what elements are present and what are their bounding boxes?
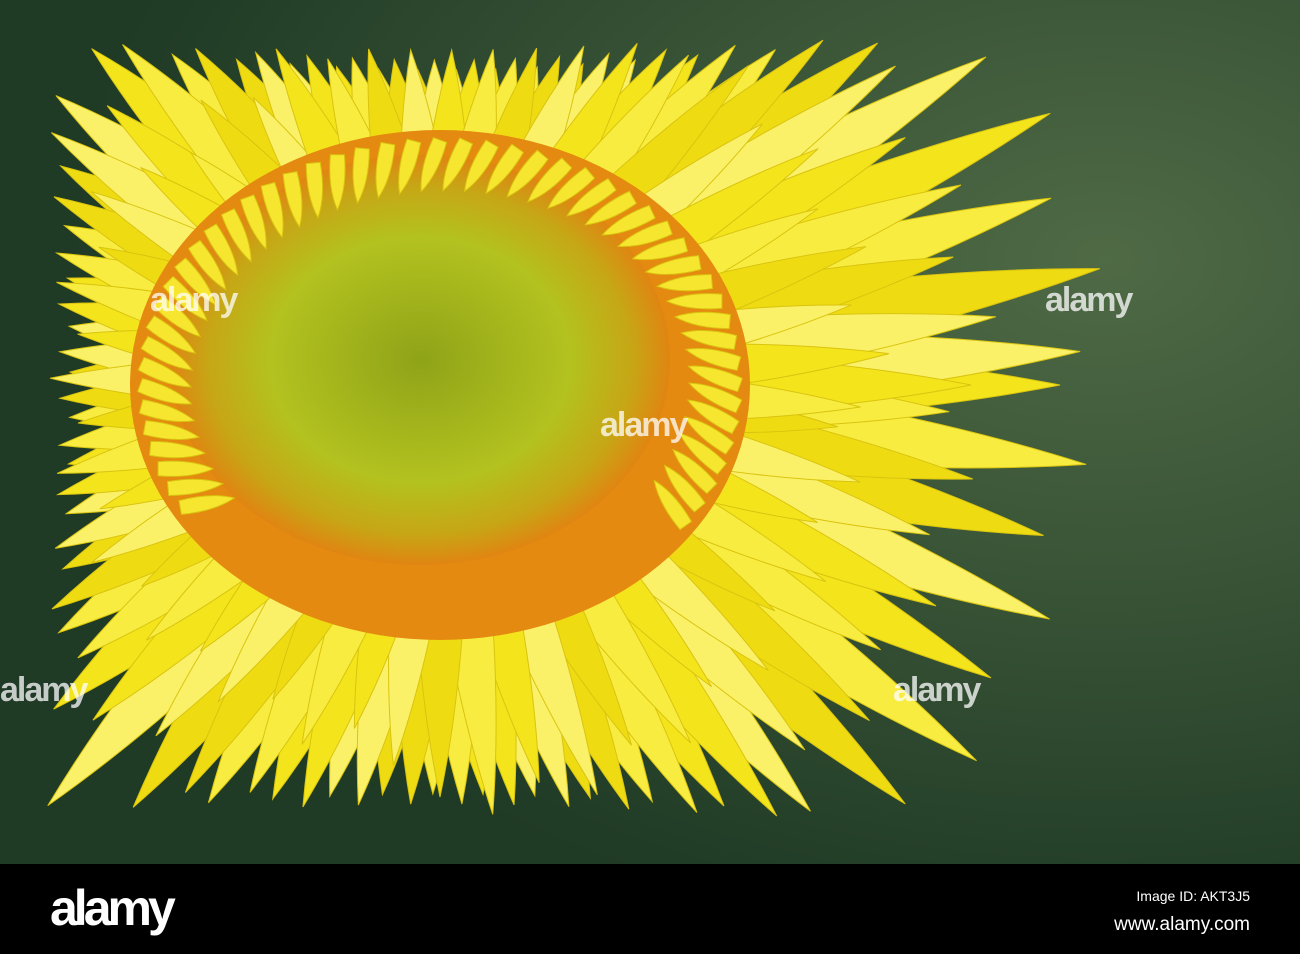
image-id: Image ID: AKT3J5 — [1136, 888, 1250, 904]
stock-photo: alamy alamy alamy alamy alamy alamy Imag… — [0, 0, 1300, 954]
watermark: alamy — [600, 406, 688, 444]
footer-bar: alamy Image ID: AKT3J5 www.alamy.com — [0, 864, 1300, 954]
website-link: www.alamy.com — [1114, 914, 1250, 935]
watermark: alamy — [0, 671, 88, 709]
alamy-logo: alamy — [50, 880, 176, 936]
watermark: alamy — [1045, 281, 1133, 319]
watermark: alamy — [893, 671, 981, 709]
watermark: alamy — [150, 281, 238, 319]
